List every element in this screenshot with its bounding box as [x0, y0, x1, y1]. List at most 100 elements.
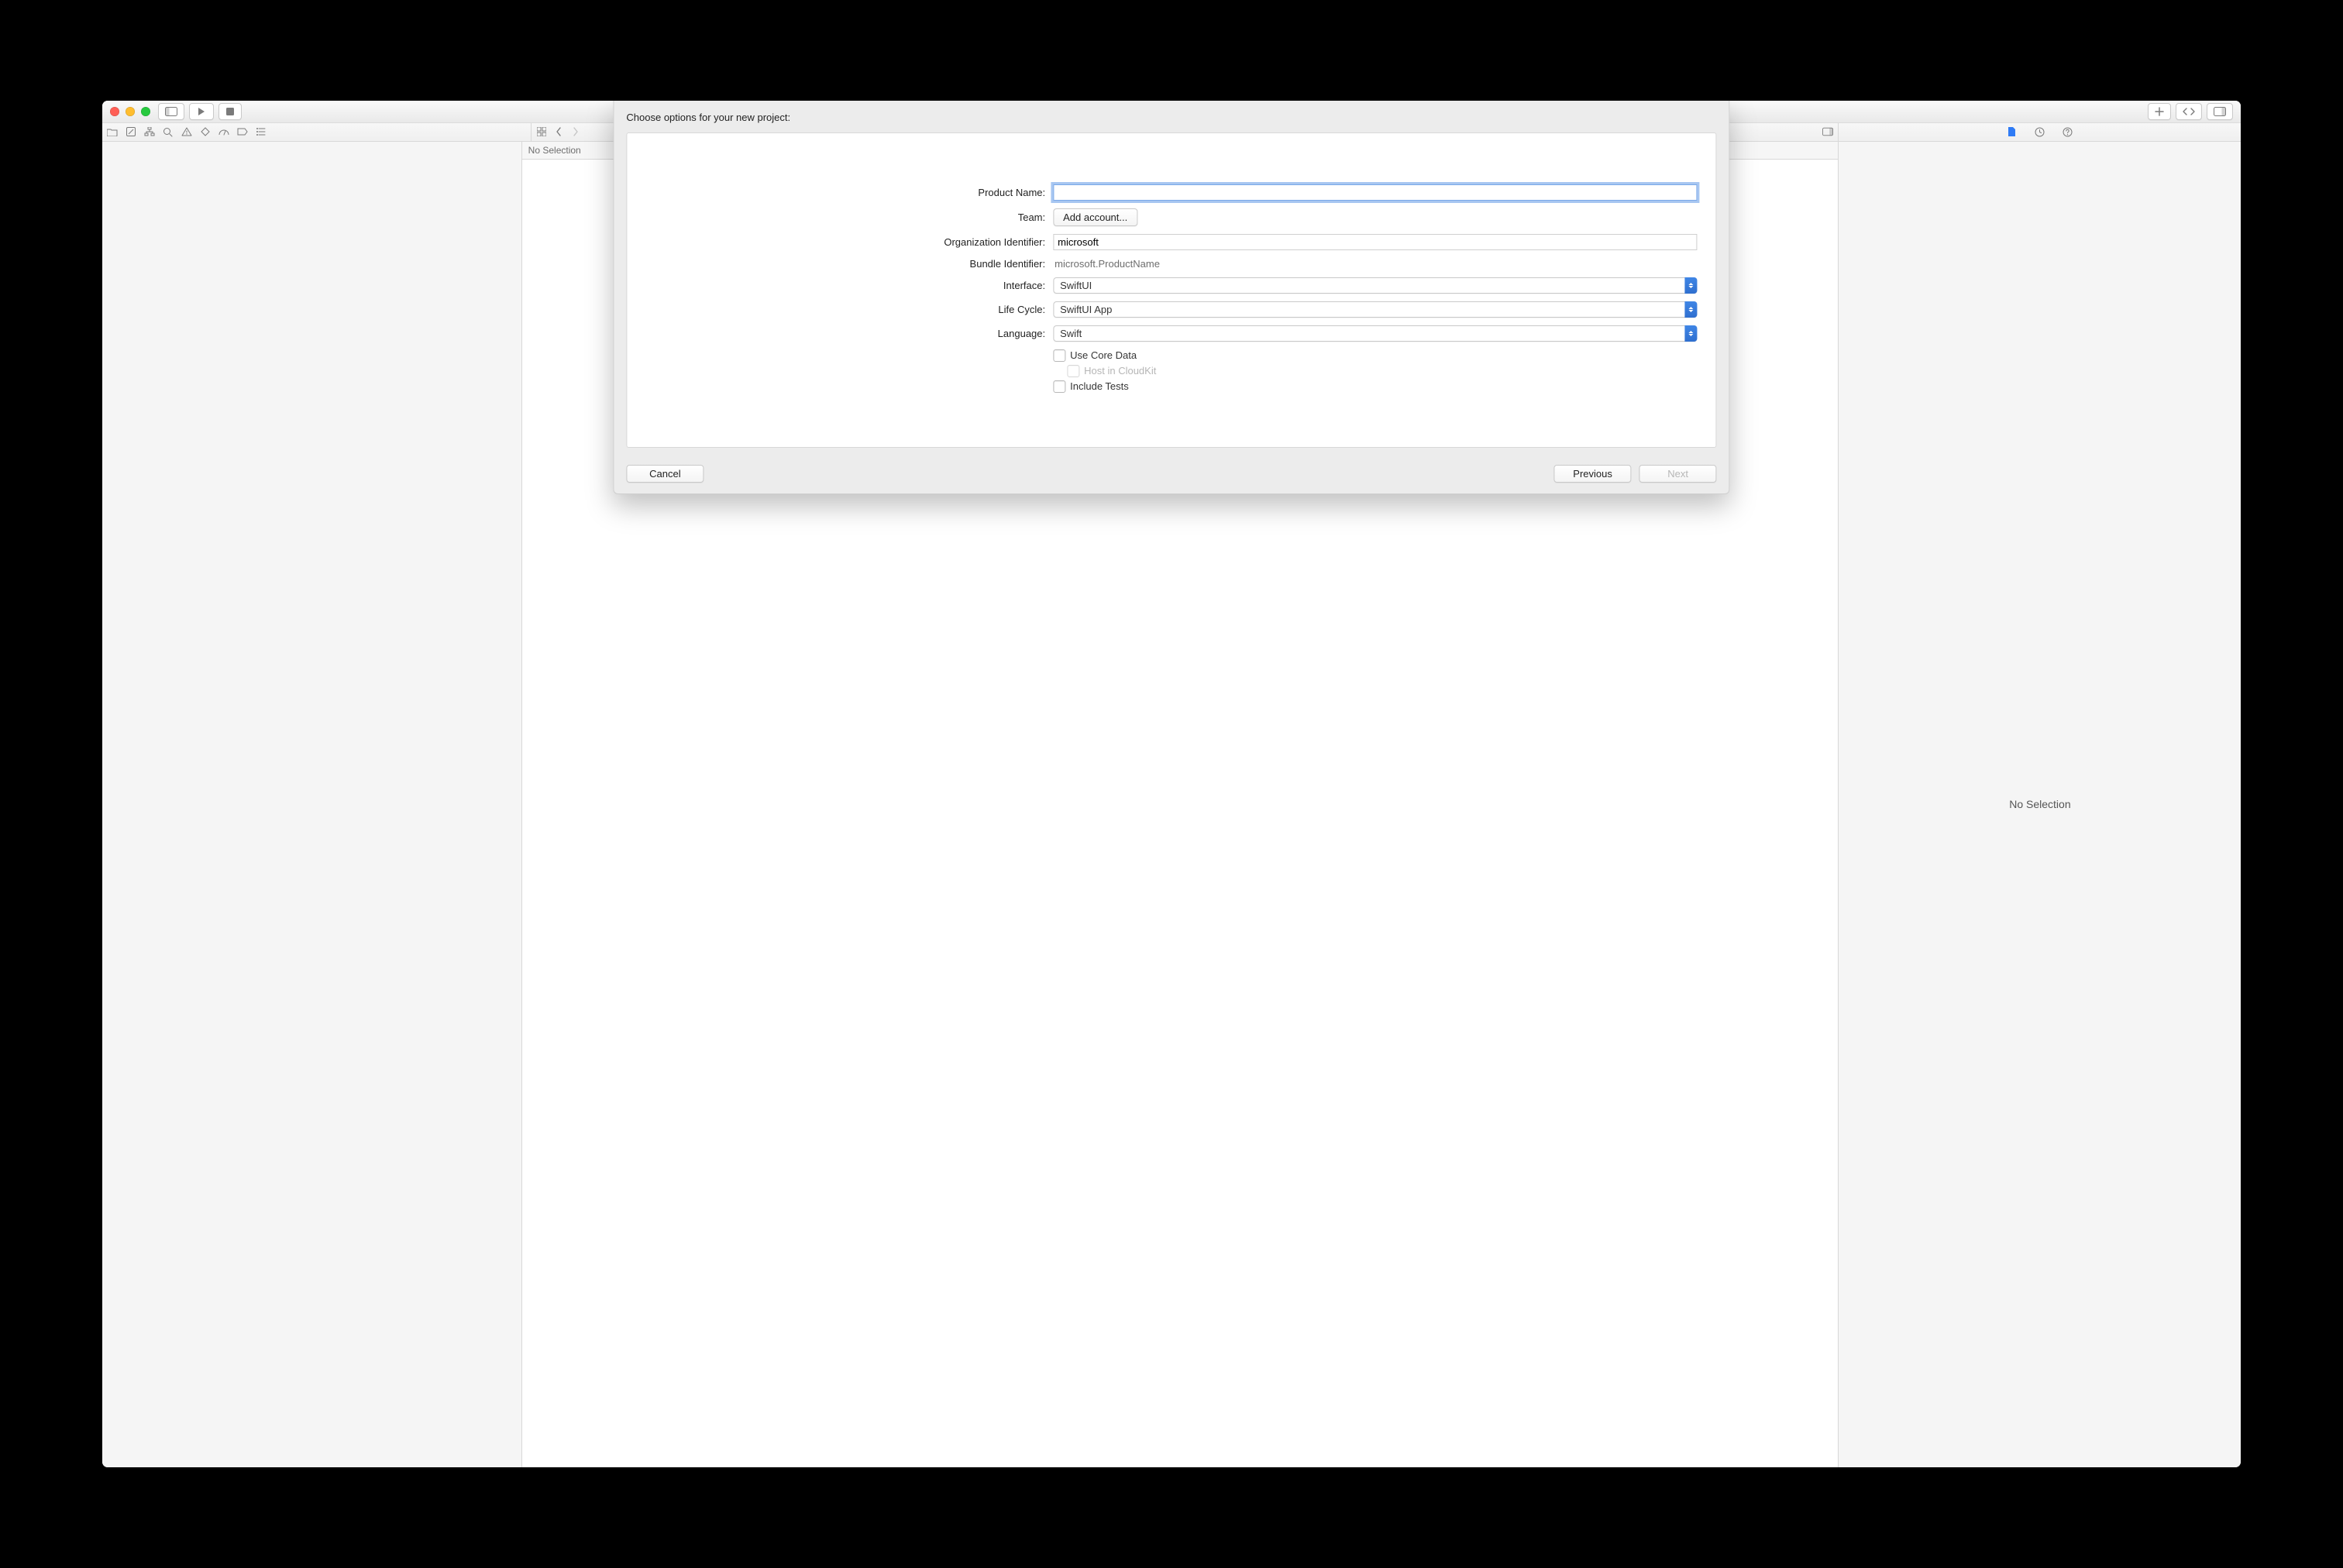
navigator-pane: [102, 142, 522, 1468]
list-icon: [256, 128, 266, 136]
stepper-icon: [1685, 325, 1698, 342]
bundle-identifier-row: Bundle Identifier: microsoft.ProductName: [645, 258, 1697, 270]
include-tests-label: Include Tests: [1070, 380, 1129, 392]
editor-layout-button[interactable]: [1822, 126, 1833, 137]
next-button: Next: [1639, 465, 1717, 483]
checkbox-box-icon: [1053, 380, 1065, 393]
bundle-identifier-label: Bundle Identifier:: [645, 258, 1053, 270]
chevron-right-icon: [573, 127, 579, 136]
left-toolbar-group: [158, 103, 242, 120]
issue-navigator-tab[interactable]: [181, 126, 192, 137]
stepper-icon: [1685, 277, 1698, 294]
right-toolbar-group: [2148, 103, 2233, 120]
minimize-window-button[interactable]: [126, 107, 135, 116]
life-cycle-label: Life Cycle:: [645, 304, 1053, 315]
org-identifier-label: Organization Identifier:: [645, 236, 1053, 248]
team-row: Team: Add account...: [645, 208, 1697, 226]
navigator-selector: [102, 123, 532, 141]
code-review-button[interactable]: [2176, 103, 2202, 120]
interface-label: Interface:: [645, 280, 1053, 291]
file-inspector-tab[interactable]: [2007, 126, 2018, 137]
sheet-form: Product Name: Team: Add account... Organ…: [626, 132, 1716, 448]
sidebar-right-icon: [1822, 127, 1833, 136]
report-navigator-tab[interactable]: [256, 126, 267, 137]
toggle-inspector-button[interactable]: [2207, 103, 2233, 120]
language-select-value: Swift: [1060, 328, 1082, 339]
xcode-window: No Selection No Selection Choose options…: [102, 101, 2242, 1468]
use-core-data-checkbox[interactable]: Use Core Data: [1053, 349, 1137, 362]
inspector-pane: No Selection: [1838, 142, 2241, 1468]
zoom-window-button[interactable]: [141, 107, 150, 116]
close-window-button[interactable]: [110, 107, 119, 116]
grid-icon: [537, 127, 546, 136]
history-inspector-tab[interactable]: [2035, 126, 2045, 137]
source-control-navigator-tab[interactable]: [126, 126, 136, 137]
include-tests-checkbox[interactable]: Include Tests: [1053, 380, 1129, 393]
plus-icon: [2155, 107, 2164, 116]
editor-no-selection-label: No Selection: [528, 145, 581, 156]
jump-back-button[interactable]: [553, 126, 564, 137]
language-select[interactable]: Swift: [1053, 325, 1697, 342]
arrows-left-right-icon: [2183, 108, 2195, 115]
warning-icon: [181, 127, 192, 136]
product-name-row: Product Name:: [645, 184, 1697, 201]
add-button[interactable]: [2148, 103, 2171, 120]
checkbox-group-row: Use Core Data Host in CloudKit Include T…: [645, 349, 1697, 396]
org-identifier-field[interactable]: [1053, 234, 1697, 250]
product-name-label: Product Name:: [645, 187, 1053, 198]
interface-select-value: SwiftUI: [1060, 280, 1092, 291]
stop-button[interactable]: [218, 103, 242, 120]
life-cycle-select-value: SwiftUI App: [1060, 304, 1112, 315]
branch-square-icon: [126, 127, 136, 136]
help-inspector-tab[interactable]: [2063, 126, 2073, 137]
inspector-no-selection-label: No Selection: [2009, 798, 2070, 810]
folder-icon: [107, 128, 118, 136]
org-identifier-row: Organization Identifier:: [645, 234, 1697, 250]
host-cloudkit-label: Host in CloudKit: [1084, 365, 1156, 377]
clock-icon: [2035, 127, 2045, 137]
add-account-button[interactable]: Add account...: [1053, 208, 1137, 226]
life-cycle-row: Life Cycle: SwiftUI App: [645, 301, 1697, 318]
language-label: Language:: [645, 328, 1053, 339]
diamond-icon: [201, 127, 210, 136]
project-navigator-tab[interactable]: [107, 126, 118, 137]
play-icon: [198, 107, 205, 116]
sheet-footer: Cancel Previous Next: [626, 465, 1716, 483]
cancel-button[interactable]: Cancel: [626, 465, 704, 483]
product-name-field[interactable]: [1053, 184, 1697, 201]
search-icon: [163, 127, 173, 137]
jump-forward-button[interactable]: [570, 126, 581, 137]
checkbox-box-icon: [1067, 365, 1079, 377]
related-items-button[interactable]: [536, 126, 547, 137]
breakpoint-navigator-tab[interactable]: [237, 126, 248, 137]
sidebar-right-icon: [2214, 107, 2226, 116]
stop-icon: [226, 108, 234, 115]
interface-row: Interface: SwiftUI: [645, 277, 1697, 294]
question-icon: [2063, 127, 2073, 137]
debug-navigator-tab[interactable]: [218, 126, 229, 137]
new-project-options-sheet: Choose options for your new project: Pro…: [613, 101, 1729, 494]
file-icon: [2008, 126, 2016, 137]
interface-select[interactable]: SwiftUI: [1053, 277, 1697, 294]
run-button[interactable]: [189, 103, 214, 120]
sidebar-left-icon: [165, 107, 177, 116]
team-label: Team:: [645, 211, 1053, 223]
use-core-data-label: Use Core Data: [1070, 349, 1137, 361]
language-row: Language: Swift: [645, 325, 1697, 342]
previous-button[interactable]: Previous: [1554, 465, 1632, 483]
test-navigator-tab[interactable]: [200, 126, 211, 137]
bundle-identifier-value: microsoft.ProductName: [1053, 258, 1160, 270]
life-cycle-select[interactable]: SwiftUI App: [1053, 301, 1697, 318]
traffic-lights: [110, 107, 150, 116]
host-cloudkit-checkbox: Host in CloudKit: [1067, 365, 1156, 377]
stepper-icon: [1685, 301, 1698, 318]
toggle-navigator-button[interactable]: [158, 103, 184, 120]
symbol-navigator-tab[interactable]: [144, 126, 155, 137]
sheet-title: Choose options for your new project:: [626, 112, 1716, 123]
chevron-left-icon: [556, 127, 562, 136]
gauge-icon: [218, 128, 229, 136]
find-navigator-tab[interactable]: [163, 126, 174, 137]
checkbox-box-icon: [1053, 349, 1065, 362]
breakpoint-icon: [237, 128, 248, 136]
inspector-selector: [1839, 123, 2241, 141]
